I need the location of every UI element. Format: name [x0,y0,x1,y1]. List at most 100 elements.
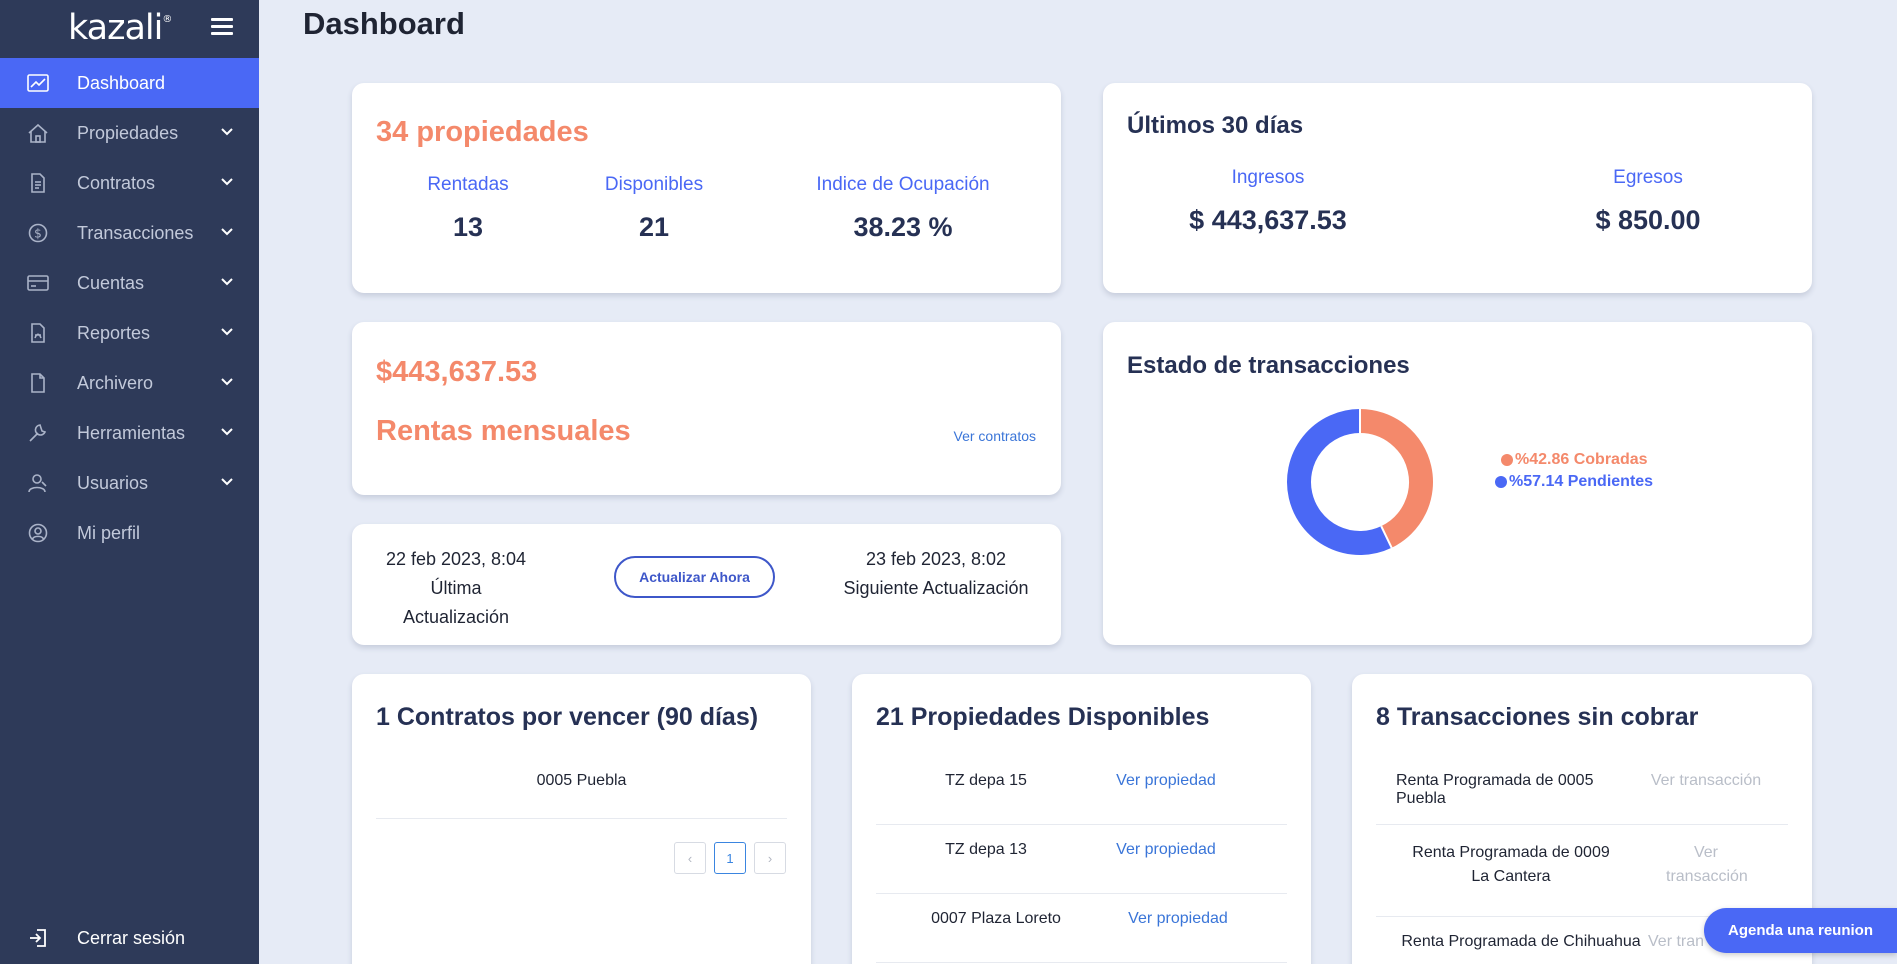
donut-legend: %42.86 Cobradas %57.14 Pendientes [1495,449,1653,493]
card-title: 1 Contratos por vencer (90 días) [376,703,759,731]
stat-label: Rentadas [427,174,509,195]
stat-value: $ 850.00 [1595,205,1701,235]
legend-label: %42.86 Cobradas [1515,451,1648,468]
next-update-date: 23 feb 2023, 8:02 [865,549,1007,569]
transactions-status-card: Estado de transacciones %42.86 Cobradas … [1103,322,1812,645]
transaction-name: Renta Programada de 0009 La Cantera [1412,844,1610,885]
chevron-down-icon [221,428,233,436]
list-item[interactable]: 0005 Puebla [376,756,787,819]
sidebar-item-herramientas[interactable]: Herramientas [0,408,259,458]
stat-ingresos: Ingresos $ 443,637.53 [1183,167,1353,236]
stat-value: 13 [452,212,484,242]
logout-icon [30,929,46,947]
pagination-page-button[interactable]: 1 [714,842,746,874]
stat-label: Ingresos [1231,167,1305,188]
view-transaction-link[interactable]: Ver transacción [1650,772,1762,790]
users-icon [28,474,47,493]
donut-slice-pendientes [1287,409,1392,555]
sidebar-nav: Dashboard Propiedades Contratos $ Transa… [0,58,259,558]
page-title: Dashboard [303,6,465,41]
chevron-down-icon [221,278,233,286]
sidebar-item-cuentas[interactable]: Cuentas [0,258,259,308]
donut-chart [1287,409,1433,555]
sidebar-item-label: Contratos [77,172,156,193]
pdf-file-icon [31,323,45,343]
legend-pendientes: %57.14 Pendientes [1495,471,1653,493]
property-name: 0007 Plaza Loreto [931,910,1061,927]
sidebar-item-dashboard[interactable]: Dashboard [0,58,259,108]
sidebar-item-label: Dashboard [77,72,166,93]
stat-label: Egresos [1613,167,1683,188]
sidebar-item-label: Archivero [77,372,154,393]
last-update-label: Última Actualización [402,578,510,627]
card-title: 21 Propiedades Disponibles [876,703,1210,731]
chevron-down-icon [221,228,233,236]
donut-slice-cobradas [1359,409,1433,548]
document-icon [31,173,45,193]
user-circle-icon [28,523,48,543]
sidebar-item-usuarios[interactable]: Usuarios [0,458,259,508]
view-property-link[interactable]: Ver propiedad [1106,841,1226,859]
sidebar-item-label: Mi perfil [77,522,141,543]
properties-summary-card: 34 propiedades Rentadas 13 Disponibles 2… [352,83,1061,293]
stat-value: $ 443,637.53 [1189,205,1347,235]
sidebar-item-label: Transacciones [77,222,194,243]
chart-line-icon [27,74,49,92]
sidebar-item-contratos[interactable]: Contratos [0,158,259,208]
stat-disponibles: Disponibles 21 [590,174,718,243]
available-properties-card: 21 Propiedades Disponibles TZ depa 15 Ve… [852,674,1311,964]
menu-toggle-icon[interactable] [211,18,233,36]
list-item: TZ depa 15 Ver propiedad [876,756,1287,825]
sidebar-item-reportes[interactable]: Reportes [0,308,259,358]
brand: kazali® [0,0,259,58]
view-property-link[interactable]: Ver propiedad [1118,910,1238,928]
stat-label: Indice de Ocupación [816,174,990,195]
property-name: TZ depa 15 [945,772,1027,789]
sidebar-item-propiedades[interactable]: Propiedades [0,108,259,158]
monthly-rent-amount: $443,637.53 [376,356,538,388]
property-name: TZ depa 13 [945,841,1027,858]
update-now-button[interactable]: Actualizar Ahora [614,556,775,598]
logout-button[interactable]: Cerrar sesión [0,913,259,963]
last-30-days-card: Últimos 30 días Ingresos $ 443,637.53 Eg… [1103,83,1812,293]
sidebar: kazali® Dashboard Propiedades Contratos … [0,0,259,964]
last-update: 22 feb 2023, 8:04 Última Actualización [376,545,536,632]
sidebar-item-label: Herramientas [77,422,186,443]
card-title: Últimos 30 días [1127,112,1304,139]
view-contracts-link[interactable]: Ver contratos [954,428,1037,444]
card-title: Estado de transacciones [1127,352,1410,379]
pagination-prev-button[interactable]: ‹ [674,842,706,874]
sidebar-item-label: Usuarios [77,472,149,493]
svg-text:$: $ [34,227,42,241]
update-card: 22 feb 2023, 8:04 Última Actualización A… [352,524,1061,645]
pagination: ‹ 1 › [674,842,786,874]
stat-value: 21 [638,212,670,242]
last-update-date: 22 feb 2023, 8:04 [385,549,527,569]
monthly-rent-card: $443,637.53 Rentas mensuales Ver contrat… [352,322,1061,495]
list-item: Renta Programada de 0009 La Cantera Ver t… [1376,825,1788,917]
stat-ocupacion: Indice de Ocupación 38.23 % [800,174,1006,243]
sidebar-item-mi-perfil[interactable]: Mi perfil [0,508,259,558]
monthly-rent-label: Rentas mensuales [376,415,631,447]
view-transaction-link[interactable]: Ver transacción [1666,841,1748,889]
stat-label: Disponibles [604,174,704,195]
next-update: 23 feb 2023, 8:02 Siguiente Actualizació… [836,545,1036,603]
schedule-meeting-button[interactable]: Agenda una reunion [1704,908,1897,953]
sidebar-item-label: Cuentas [77,272,145,293]
sidebar-item-transacciones[interactable]: $ Transacciones [0,208,259,258]
credit-card-icon [27,275,49,291]
view-property-link[interactable]: Ver propiedad [1106,772,1226,790]
pagination-next-button[interactable]: › [754,842,786,874]
legend-cobradas: %42.86 Cobradas [1495,449,1653,471]
chevron-down-icon [221,378,233,386]
wrench-icon [29,424,47,442]
sidebar-item-archivero[interactable]: Archivero [0,358,259,408]
contract-name: 0005 Puebla [536,772,627,789]
sidebar-item-label: Reportes [77,322,151,343]
list-item: 0007 Plaza Loreto Ver propiedad [876,894,1287,963]
chevron-down-icon [221,128,233,136]
stat-rentadas: Rentadas 13 [412,174,524,243]
chevron-down-icon [221,478,233,486]
next-update-label: Siguiente Actualización [843,578,1029,598]
logo[interactable]: kazali® [68,8,172,48]
